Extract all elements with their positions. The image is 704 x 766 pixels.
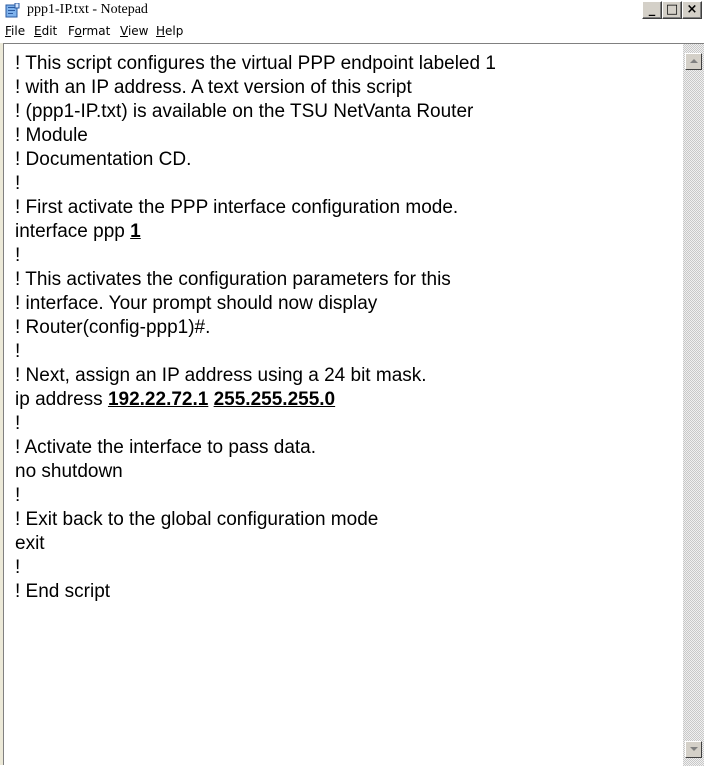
text-line: ! Activate the interface to pass data. bbox=[15, 437, 317, 458]
menu-bar: File Edit Format View Help bbox=[0, 21, 704, 43]
notepad-window: ppp1-IP.txt - Notepad _ □ × File Edit Fo… bbox=[0, 0, 704, 766]
vertical-scrollbar[interactable] bbox=[683, 44, 704, 766]
text-line: ! bbox=[15, 245, 21, 266]
command-text: interface ppp bbox=[15, 221, 131, 242]
text-line: ! This activates the configuration param… bbox=[15, 269, 451, 290]
menu-edit[interactable]: Edit bbox=[34, 24, 57, 38]
menu-help[interactable]: Help bbox=[156, 24, 183, 38]
text-line: ! interface. Your prompt should now disp… bbox=[15, 293, 378, 314]
text-line: ! Exit back to the global configuration … bbox=[15, 509, 379, 530]
text-line: ! This script configures the virtual PPP… bbox=[15, 53, 496, 74]
text-line: interface ppp 1 bbox=[15, 220, 141, 244]
notepad-icon bbox=[5, 3, 20, 18]
title-bar[interactable]: ppp1-IP.txt - Notepad _ □ × bbox=[0, 0, 704, 22]
highlighted-value: 192.22.72.1 bbox=[107, 389, 209, 410]
command-text: ip address bbox=[15, 389, 108, 410]
text-line: ip address 192.22.72.1 255.255.255.0 bbox=[15, 388, 335, 412]
text-line: ! End script bbox=[15, 581, 111, 602]
text-line: ! Next, assign an IP address using a 24 … bbox=[15, 365, 427, 386]
menu-file[interactable]: File bbox=[5, 24, 25, 38]
arrow-down-icon bbox=[690, 747, 698, 751]
editor-pane: ! This script configures the virtual PPP… bbox=[3, 43, 704, 766]
text-line: no shutdown bbox=[15, 461, 123, 482]
arrow-up-icon bbox=[690, 59, 698, 63]
minimize-button[interactable]: _ bbox=[642, 1, 662, 19]
scroll-down-button[interactable] bbox=[685, 741, 702, 758]
text-line: ! bbox=[15, 173, 21, 194]
text-line: ! (ppp1-IP.txt) is available on the TSU … bbox=[15, 101, 474, 122]
text-line: ! Module bbox=[15, 125, 88, 146]
scroll-up-button[interactable] bbox=[685, 53, 702, 70]
text-line: ! bbox=[15, 413, 21, 434]
close-button[interactable]: × bbox=[682, 1, 702, 19]
highlighted-value: 1 bbox=[130, 221, 141, 242]
text-line: ! bbox=[15, 557, 21, 578]
highlighted-value: 255.255.255.0 bbox=[213, 389, 336, 410]
menu-format[interactable]: Format bbox=[68, 24, 110, 38]
text-line: ! First activate the PPP interface confi… bbox=[15, 197, 459, 218]
window-title: ppp1-IP.txt - Notepad bbox=[27, 2, 148, 17]
text-line: ! Router(config-ppp1)#. bbox=[15, 317, 211, 338]
menu-view[interactable]: View bbox=[120, 24, 148, 38]
text-line: exit bbox=[15, 533, 45, 554]
maximize-button[interactable]: □ bbox=[662, 1, 682, 19]
text-line: ! bbox=[15, 341, 21, 362]
text-line: ! Documentation CD. bbox=[15, 149, 192, 170]
text-line: ! bbox=[15, 485, 21, 506]
text-line: ! with an IP address. A text version of … bbox=[15, 77, 412, 98]
text-area[interactable]: ! This script configures the virtual PPP… bbox=[5, 45, 683, 765]
